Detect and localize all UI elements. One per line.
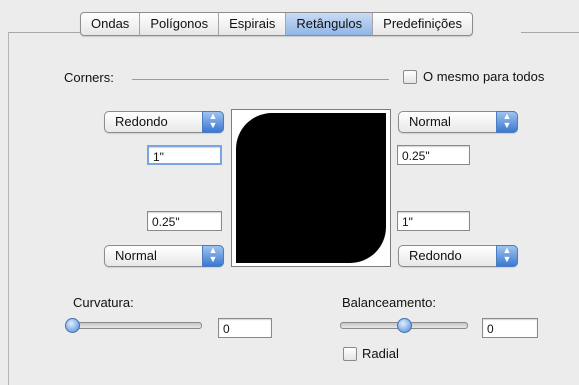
updown-arrows-icon: ▲ ▼ — [202, 111, 224, 133]
popup-value: Normal — [409, 114, 451, 129]
updown-arrows-icon: ▲ ▼ — [496, 245, 518, 267]
curvature-slider[interactable] — [70, 322, 202, 329]
balance-value-field[interactable]: 0 — [482, 318, 538, 338]
radial-label[interactable]: Radial — [362, 346, 399, 361]
bottom-right-corner-style-popup[interactable]: Redondo ▲ ▼ — [398, 245, 518, 267]
top-left-corner-style-popup[interactable]: Redondo ▲ ▼ — [104, 111, 224, 133]
rectangle-preview — [231, 109, 391, 267]
radial-checkbox[interactable] — [343, 347, 357, 361]
tab-retangulos[interactable]: Retângulos — [286, 13, 374, 35]
curvature-slider-thumb[interactable] — [65, 318, 80, 333]
curvature-value-field[interactable]: 0 — [218, 318, 272, 338]
popup-value: Redondo — [115, 114, 168, 129]
panel-left-edge — [8, 32, 9, 385]
popup-value: Normal — [115, 248, 157, 263]
bottom-right-corner-size-field[interactable]: 1" — [397, 211, 470, 231]
curvature-label: Curvatura: — [73, 295, 134, 310]
rectangle-preview-shape — [236, 113, 386, 263]
balance-label: Balanceamento: — [342, 295, 436, 310]
balance-slider-thumb[interactable] — [397, 318, 412, 333]
tab-bar: Ondas Polígonos Espirais Retângulos Pred… — [80, 12, 473, 36]
tab-poligonos[interactable]: Polígonos — [140, 13, 220, 35]
tab-ondas[interactable]: Ondas — [81, 13, 141, 35]
bottom-left-corner-style-popup[interactable]: Normal ▲ ▼ — [104, 245, 224, 267]
bottom-left-corner-size-field[interactable]: 0.25" — [147, 211, 222, 231]
same-for-all-checkbox[interactable] — [403, 70, 417, 84]
top-right-corner-style-popup[interactable]: Normal ▲ ▼ — [398, 111, 518, 133]
corners-separator — [132, 79, 389, 80]
tab-espirais[interactable]: Espirais — [219, 13, 287, 35]
corners-label: Corners: — [64, 70, 114, 85]
tab-frame-line-right — [521, 32, 579, 33]
updown-arrows-icon: ▲ ▼ — [496, 111, 518, 133]
top-right-corner-size-field[interactable]: 0.25" — [397, 145, 470, 165]
popup-value: Redondo — [409, 248, 462, 263]
tab-predefinicoes[interactable]: Predefinições — [373, 13, 472, 35]
top-left-corner-size-field[interactable]: 1" — [147, 145, 222, 165]
same-for-all-label[interactable]: O mesmo para todos — [423, 69, 544, 84]
tab-frame-line-left — [8, 32, 80, 33]
updown-arrows-icon: ▲ ▼ — [202, 245, 224, 267]
